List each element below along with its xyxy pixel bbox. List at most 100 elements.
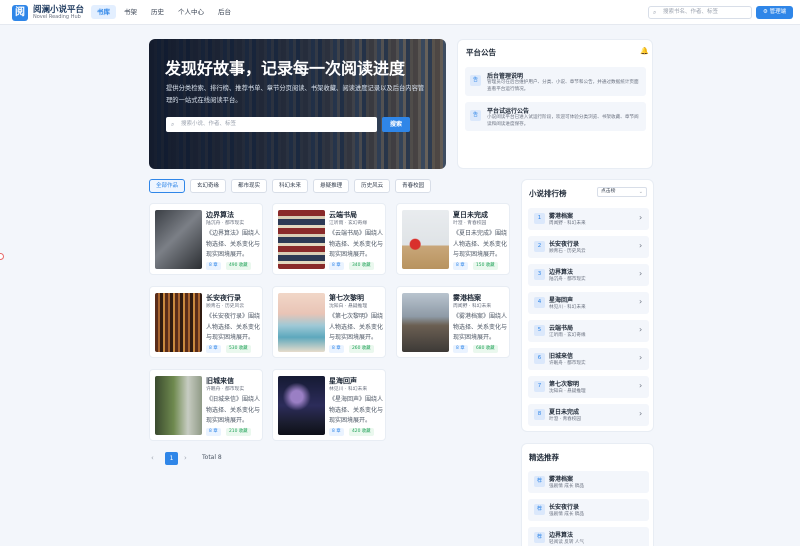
rank-number: 8 — [534, 409, 545, 420]
notice-item-desc: 小说阅读平台已进入试运行阶段，欢迎可体验分类浏览、书架收藏、章节阅读和阅读进度保… — [487, 115, 639, 127]
book-card[interactable]: 雾港档案 周闻野 · 科幻未来 《雾港档案》围绕人物选择、关系变化与现实困境展开… — [396, 286, 510, 358]
featured-icon: 荐 — [534, 476, 545, 487]
book-cover[interactable] — [155, 210, 202, 269]
nav-profile[interactable]: 个人中心 — [172, 5, 210, 19]
total-count: Total 8 — [202, 454, 222, 461]
book-card[interactable]: 第七次黎明 沈知白 · 悬疑推理 《第七次黎明》围绕人物选择、关系变化与现实困境… — [272, 286, 386, 358]
featured-panel: 精选推荐 荐雾港档案 强剧情 成长 稿品 荐长安夜行录 强剧情 成长 稿品 荐边界算… — [521, 443, 654, 546]
ranking-item[interactable]: 5 云端书局 江听雨 · 玄幻奇缘 › — [528, 320, 649, 342]
ranking-item[interactable]: 2 长安夜行录 顾青石 · 历史风云 › — [528, 236, 649, 258]
ranking-item[interactable]: 6 旧城来信 许眠舟 · 都市现实 › — [528, 348, 649, 370]
nav-bookshelf[interactable]: 书架 — [118, 5, 143, 19]
book-card[interactable]: 夏日未完成 叶澄 · 青春校园 《夏日未完成》围绕人物选择、关系变化与现实困境展… — [396, 203, 510, 275]
favorite-count: 210 收藏 — [226, 428, 251, 436]
filter-scifi[interactable]: 科幻未来 — [272, 179, 309, 193]
book-cover[interactable] — [278, 376, 325, 435]
filter-campus[interactable]: 青春校园 — [395, 179, 432, 193]
notice-item-title: 平台试运行公告 — [487, 108, 530, 115]
book-meta: 周闻野 · 科幻未来 — [453, 304, 492, 309]
ranking-item[interactable]: 3 边界算法 陆沉舟 · 都市现实 › — [528, 264, 649, 286]
chapter-count: 8 章 — [453, 262, 468, 270]
next-page-button[interactable]: › — [184, 454, 187, 462]
favorite-count: 530 收藏 — [226, 345, 251, 353]
book-card[interactable]: 长安夜行录 顾青石 · 历史风云 《长安夜行录》围绕人物选择、关系变化与现实困境… — [149, 286, 263, 358]
rank-meta: 林见川 · 科幻未来 — [549, 305, 586, 310]
rank-title: 云端书局 — [549, 325, 574, 332]
featured-icon: 荐 — [534, 532, 545, 543]
featured-item-title: 雾港档案 — [549, 476, 574, 483]
rank-number: 6 — [534, 353, 545, 364]
ranking-type-select[interactable]: 点击榜 ⌄ — [597, 187, 647, 197]
book-meta: 江听雨 · 玄幻奇缘 — [329, 221, 368, 226]
notice-panel: 平台公告 🔔 告 后台管理说明 管理员可在后台维护用户、分类、小说、章节和公告，… — [457, 39, 653, 169]
nav-admin[interactable]: 后台 — [212, 5, 237, 19]
chapter-count: 8 章 — [206, 345, 221, 353]
book-cover[interactable] — [155, 293, 202, 352]
favorite-count: 420 收藏 — [349, 428, 374, 436]
book-card[interactable]: 云端书局 江听雨 · 玄幻奇缘 《云端书局》围绕人物选择、关系变化与现实困境展开… — [272, 203, 386, 275]
book-cover[interactable] — [402, 210, 449, 269]
chevron-down-icon: ⌄ — [638, 189, 643, 195]
hero-search-button[interactable]: 搜索 — [382, 117, 410, 132]
book-meta: 沈知白 · 悬疑推理 — [329, 304, 368, 309]
chapter-count: 8 章 — [329, 428, 344, 436]
rank-meta: 陆沉舟 · 都市现实 — [549, 277, 586, 282]
rank-number: 5 — [534, 325, 545, 336]
ranking-item[interactable]: 8 夏日未完成 叶澄 · 青春校园 › — [528, 404, 649, 426]
rank-title: 边界算法 — [549, 269, 574, 276]
notice-item[interactable]: 告 平台试运行公告 小说阅读平台已进入试运行阶段，欢迎可体验分类浏览、书架收藏、… — [465, 102, 646, 131]
prev-page-button[interactable]: ‹ — [151, 454, 154, 462]
rank-title: 雾港档案 — [549, 213, 574, 220]
book-cover[interactable] — [155, 376, 202, 435]
featured-item[interactable]: 荐长安夜行录 强剧情 成长 稿品 — [528, 499, 649, 521]
hero-search-placeholder: 搜索小说、作者、标签 — [181, 121, 237, 127]
book-meta: 陆沉舟 · 都市现实 — [206, 221, 245, 226]
rank-title: 长安夜行录 — [549, 241, 580, 248]
ranking-item[interactable]: 4 星海回声 林见川 · 科幻未来 › — [528, 292, 649, 314]
nav-history[interactable]: 历史 — [145, 5, 170, 19]
header-search-input[interactable]: ⌕ 搜索书名、作者、标签 — [648, 6, 752, 19]
side-handle-icon[interactable] — [0, 253, 4, 260]
filter-fantasy[interactable]: 玄幻奇缘 — [190, 179, 227, 193]
page-1-button[interactable]: 1 — [165, 452, 178, 465]
filter-urban[interactable]: 都市现实 — [231, 179, 268, 193]
hero-search-input[interactable]: ⌕ 搜索小说、作者、标签 — [166, 117, 377, 132]
chapter-count: 8 章 — [329, 345, 344, 353]
chapter-count: 8 章 — [329, 262, 344, 270]
ranking-title: 小说排行榜 — [529, 189, 567, 198]
book-card[interactable]: 旧城来信 许眠舟 · 都市现实 《旧城来信》围绕人物选择、关系变化与现实困境展开… — [149, 369, 263, 441]
ranking-panel: 小说排行榜 点击榜 ⌄ 1 雾港档案 周闻野 · 科幻未来 › 2 长安夜行录 顾青石 ·… — [521, 179, 654, 432]
filter-mystery[interactable]: 悬疑推理 — [313, 179, 350, 193]
book-card[interactable]: 边界算法 陆沉舟 · 都市现实 《边界算法》围绕人物选择、关系变化与现实困境展开… — [149, 203, 263, 275]
search-icon: ⌕ — [653, 9, 657, 16]
notice-icon: 告 — [470, 110, 481, 121]
ranking-item[interactable]: 7 第七次黎明 沈知白 · 悬疑推理 › — [528, 376, 649, 398]
notice-icon: 告 — [470, 75, 481, 86]
book-cover[interactable] — [278, 293, 325, 352]
rank-meta: 许眠舟 · 都市现实 — [549, 361, 586, 366]
featured-item-title: 长安夜行录 — [549, 504, 580, 511]
filter-all[interactable]: 全部作品 — [149, 179, 186, 193]
book-meta: 林见川 · 科幻未来 — [329, 387, 368, 392]
book-cover[interactable] — [402, 293, 449, 352]
rank-title: 星海回声 — [549, 297, 574, 304]
admin-button[interactable]: ⚙ 管理端 — [756, 6, 793, 19]
hero-banner: 发现好故事，记录每一次阅读进度 提供分类检索、排行榜、推荐书单、章节分页阅读、书… — [149, 39, 446, 169]
category-filters: 全部作品 玄幻奇缘 都市现实 科幻未来 悬疑推理 历史风云 青春校园 — [149, 179, 432, 193]
featured-item[interactable]: 荐雾港档案 强剧情 成长 稿品 — [528, 471, 649, 493]
notice-item[interactable]: 告 后台管理说明 管理员可在后台维护用户、分类、小说、章节和公告，并通过数据统计… — [465, 67, 646, 96]
book-cover[interactable] — [278, 210, 325, 269]
ranking-item[interactable]: 1 雾港档案 周闻野 · 科幻未来 › — [528, 208, 649, 230]
filter-history[interactable]: 历史风云 — [354, 179, 391, 193]
featured-item-meta: 强剧情 成长 稿品 — [549, 512, 585, 517]
favorite-count: 490 收藏 — [226, 262, 251, 270]
featured-item[interactable]: 荐边界算法 轻阅读 反转 人气 — [528, 527, 649, 546]
rank-meta: 顾青石 · 历史风云 — [549, 249, 586, 254]
nav-library[interactable]: 书库 — [91, 5, 116, 19]
logo-icon[interactable]: 阅 — [12, 5, 28, 21]
rank-number: 1 — [534, 213, 545, 224]
rank-title: 旧城来信 — [549, 353, 574, 360]
bell-icon[interactable]: 🔔 — [640, 47, 649, 55]
favorite-count: 680 收藏 — [473, 345, 498, 353]
book-card[interactable]: 星海回声 林见川 · 科幻未来 《星海回声》围绕人物选择、关系变化与现实困境展开… — [272, 369, 386, 441]
